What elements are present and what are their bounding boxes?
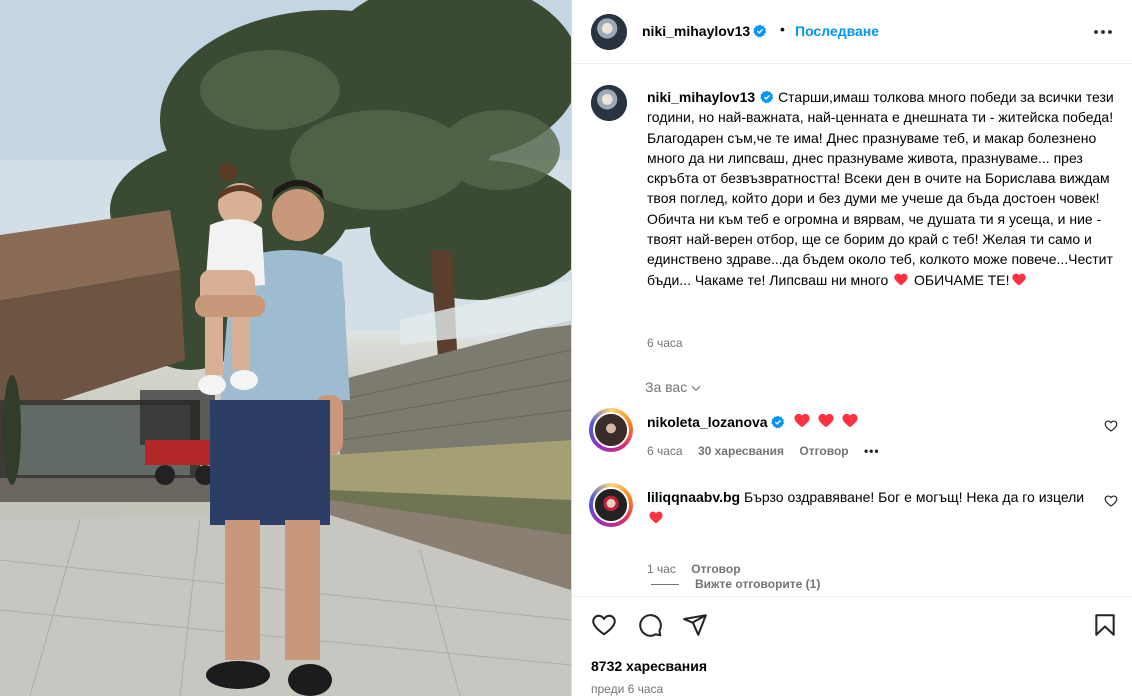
share-icon[interactable] (682, 612, 708, 638)
caption-author-username[interactable]: niki_mihaylov13 (647, 89, 755, 105)
post-timestamp: преди 6 часа (591, 682, 664, 696)
heart-emoji-icon (894, 273, 908, 286)
comment-body: Бързо оздравяване! Бог е могъщ! Нека да … (743, 489, 1085, 505)
comment-avatar-story-ring[interactable] (589, 408, 633, 452)
comments-scroll-area[interactable]: niki_mihaylov13 Старши,имаш толкова мног… (572, 65, 1132, 595)
comment-timestamp: 1 час (647, 562, 676, 576)
comment-username[interactable]: nikoleta_lozanova (647, 414, 768, 430)
replies-divider (651, 584, 679, 586)
bookmark-icon[interactable] (1092, 612, 1118, 638)
heart-emoji-icon (818, 413, 834, 428)
comment-avatar[interactable] (593, 487, 629, 523)
header-separator: • (780, 21, 785, 37)
heart-icon[interactable] (1104, 494, 1118, 508)
heart-emoji-icon (794, 413, 811, 428)
comment-icon[interactable] (637, 612, 663, 638)
author-avatar[interactable] (591, 14, 627, 50)
verified-icon (770, 415, 784, 429)
heart-icon[interactable] (1104, 419, 1118, 433)
author-username-text[interactable]: niki_mihaylov13 (642, 23, 750, 39)
comment-meta: 6 часа 30 харесвания Отговор ••• (647, 444, 892, 458)
more-icon[interactable] (1091, 20, 1115, 44)
post-photo[interactable] (0, 0, 571, 696)
comment-meta: 1 час Отговор (647, 562, 753, 576)
chevron-down-icon (691, 386, 701, 392)
comment-text: liliqqnaabv.bg Бързо оздравяване! Бог е … (647, 487, 1087, 528)
caption-body: Старши,имаш толкова много победи за всич… (647, 89, 1114, 288)
post-photo-scene (0, 0, 571, 696)
comment-text: nikoleta_lozanova (647, 412, 1087, 433)
heart-icon[interactable] (591, 612, 617, 638)
heart-emoji-icon (842, 413, 858, 428)
caption-ending: ОБИЧАМЕ ТЕ! (914, 271, 1010, 288)
comment-filter-dropdown[interactable]: За вас (645, 379, 703, 395)
comment-filter-label: За вас (645, 379, 688, 395)
post-panel: niki_mihaylov13 • Последване niki_mihayl… (571, 0, 1132, 696)
follow-button[interactable]: Последване (795, 23, 879, 39)
view-replies-label: Вижте отговорите (1) (695, 577, 821, 591)
comment-reply-button[interactable]: Отговор (799, 444, 848, 458)
heart-emoji-icon (649, 511, 663, 523)
verified-icon (760, 90, 774, 104)
likes-count[interactable]: 8732 харесвания (591, 658, 707, 674)
verified-icon (753, 24, 767, 38)
comment-username[interactable]: liliqqnaabv.bg (647, 489, 740, 505)
post-actions: 8732 харесвания преди 6 часа (572, 596, 1132, 696)
comment-timestamp: 6 часа (647, 444, 683, 458)
post-header: niki_mihaylov13 • Последване (572, 0, 1132, 64)
caption-text: niki_mihaylov13 Старши,имаш толкова мног… (647, 87, 1117, 290)
comment-avatar[interactable] (593, 412, 629, 448)
heart-emoji-icon (1011, 273, 1026, 286)
comment-likes-count[interactable]: 30 харесвания (698, 444, 784, 458)
author-username[interactable]: niki_mihaylov13 (642, 23, 767, 39)
comment-reply-button[interactable]: Отговор (691, 562, 740, 576)
comment-more-button[interactable]: ••• (864, 444, 880, 458)
view-replies-button[interactable]: Вижте отговорите (1) (651, 577, 820, 591)
caption-author-avatar[interactable] (591, 85, 627, 121)
caption-timestamp: 6 часа (647, 336, 683, 350)
comment-avatar-story-ring[interactable] (589, 483, 633, 527)
